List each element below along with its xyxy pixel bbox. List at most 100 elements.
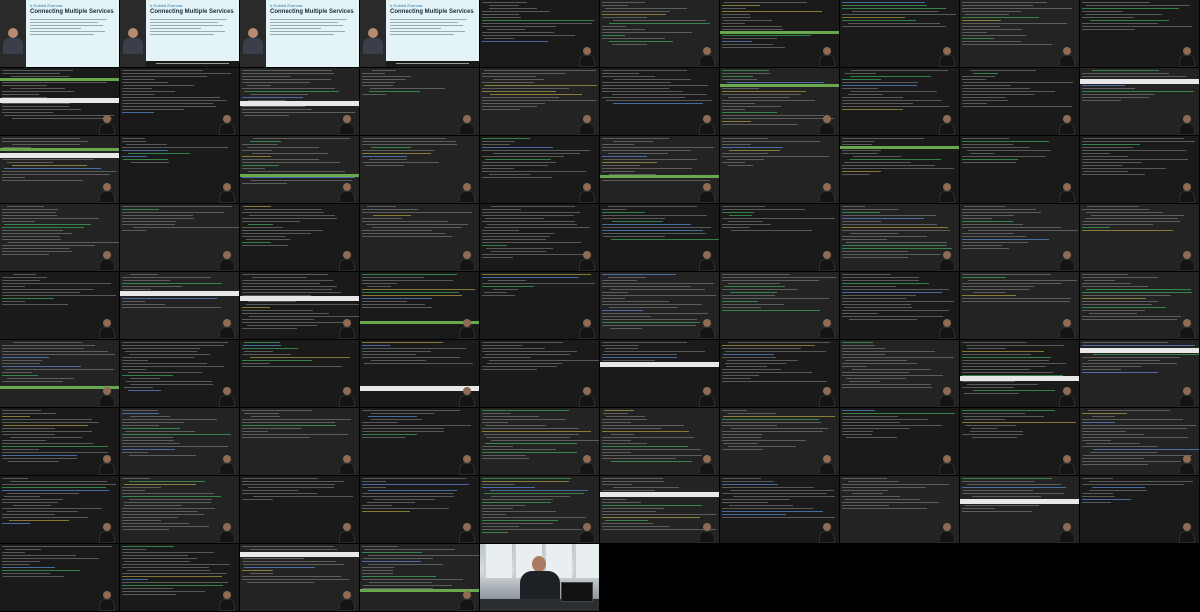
- terminal-thumbnail[interactable]: [0, 476, 119, 543]
- terminal-thumbnail[interactable]: [600, 0, 719, 67]
- empty-tile: [840, 544, 959, 611]
- terminal-thumbnail[interactable]: [240, 272, 359, 339]
- terminal-thumbnail[interactable]: [1080, 68, 1199, 135]
- slide-title: Connecting Multiple Services: [270, 9, 354, 15]
- presenter-overlay: [579, 387, 595, 407]
- terminal-thumbnail[interactable]: [0, 68, 119, 135]
- terminal-thumbnail[interactable]: [720, 68, 839, 135]
- terminal-thumbnail[interactable]: [600, 204, 719, 271]
- terminal-thumbnail[interactable]: [840, 136, 959, 203]
- terminal-thumbnail[interactable]: [0, 408, 119, 475]
- terminal-thumbnail[interactable]: [480, 0, 599, 67]
- terminal-thumbnail[interactable]: [720, 408, 839, 475]
- terminal-thumbnail[interactable]: [600, 272, 719, 339]
- terminal-thumbnail[interactable]: [600, 340, 719, 407]
- terminal-thumbnail[interactable]: [120, 408, 239, 475]
- slide-thumbnail[interactable]: # Guided Exercise Connecting Multiple Ser…: [0, 0, 119, 67]
- terminal-thumbnail[interactable]: [240, 68, 359, 135]
- terminal-thumbnail[interactable]: [0, 136, 119, 203]
- presenter-inset: [0, 0, 26, 67]
- terminal-thumbnail[interactable]: [960, 408, 1079, 475]
- terminal-thumbnail[interactable]: [0, 340, 119, 407]
- highlight-band: [960, 499, 1079, 504]
- terminal-thumbnail[interactable]: [0, 204, 119, 271]
- highlight-band: [960, 376, 1079, 381]
- terminal-thumbnail[interactable]: [480, 136, 599, 203]
- terminal-thumbnail[interactable]: [840, 340, 959, 407]
- terminal-thumbnail[interactable]: [120, 476, 239, 543]
- terminal-thumbnail[interactable]: [1080, 340, 1199, 407]
- presenter-photo-thumbnail[interactable]: [480, 544, 599, 611]
- presenter-overlay: [459, 319, 475, 339]
- terminal-thumbnail[interactable]: [960, 136, 1079, 203]
- terminal-thumbnail[interactable]: [1080, 204, 1199, 271]
- terminal-thumbnail[interactable]: [360, 544, 479, 611]
- terminal-thumbnail[interactable]: [0, 544, 119, 611]
- terminal-thumbnail[interactable]: [120, 340, 239, 407]
- terminal-thumbnail[interactable]: [360, 68, 479, 135]
- terminal-thumbnail[interactable]: [960, 204, 1079, 271]
- terminal-thumbnail[interactable]: [480, 272, 599, 339]
- code-lines: [1082, 138, 1197, 177]
- terminal-thumbnail[interactable]: [360, 204, 479, 271]
- terminal-thumbnail[interactable]: [120, 136, 239, 203]
- terminal-thumbnail[interactable]: [720, 476, 839, 543]
- terminal-thumbnail[interactable]: [840, 408, 959, 475]
- terminal-thumbnail[interactable]: [840, 476, 959, 543]
- terminal-thumbnail[interactable]: [480, 340, 599, 407]
- terminal-thumbnail[interactable]: [600, 136, 719, 203]
- slide-paragraphs: [270, 19, 355, 35]
- terminal-thumbnail[interactable]: [720, 272, 839, 339]
- code-lines: [242, 206, 357, 248]
- terminal-thumbnail[interactable]: [840, 272, 959, 339]
- terminal-thumbnail[interactable]: [720, 136, 839, 203]
- terminal-thumbnail[interactable]: [240, 408, 359, 475]
- terminal-thumbnail[interactable]: [960, 272, 1079, 339]
- presenter-overlay: [219, 455, 235, 475]
- terminal-thumbnail[interactable]: [960, 68, 1079, 135]
- terminal-thumbnail[interactable]: [1080, 408, 1199, 475]
- presenter-overlay: [699, 47, 715, 67]
- terminal-thumbnail[interactable]: [360, 408, 479, 475]
- terminal-thumbnail[interactable]: [360, 476, 479, 543]
- terminal-thumbnail[interactable]: [600, 408, 719, 475]
- terminal-thumbnail[interactable]: [1080, 0, 1199, 67]
- terminal-thumbnail[interactable]: [600, 476, 719, 543]
- terminal-thumbnail[interactable]: [480, 68, 599, 135]
- terminal-thumbnail[interactable]: [120, 272, 239, 339]
- terminal-thumbnail[interactable]: [240, 544, 359, 611]
- terminal-thumbnail[interactable]: [0, 272, 119, 339]
- terminal-thumbnail[interactable]: [960, 476, 1079, 543]
- terminal-thumbnail[interactable]: [480, 476, 599, 543]
- terminal-thumbnail[interactable]: [120, 204, 239, 271]
- slide-thumbnail[interactable]: # Guided Exercise Connecting Multiple Ser…: [360, 0, 479, 67]
- slide-thumbnail[interactable]: # Guided Exercise Connecting Multiple Ser…: [120, 0, 239, 67]
- terminal-thumbnail[interactable]: [1080, 136, 1199, 203]
- terminal-thumbnail[interactable]: [960, 340, 1079, 407]
- terminal-thumbnail[interactable]: [240, 340, 359, 407]
- terminal-thumbnail[interactable]: [120, 544, 239, 611]
- terminal-thumbnail[interactable]: [1080, 272, 1199, 339]
- selection-band: [840, 146, 959, 149]
- terminal-thumbnail[interactable]: [360, 340, 479, 407]
- terminal-thumbnail[interactable]: [840, 204, 959, 271]
- terminal-thumbnail[interactable]: [840, 0, 959, 67]
- terminal-thumbnail[interactable]: [240, 476, 359, 543]
- code-lines: [362, 410, 477, 440]
- terminal-thumbnail[interactable]: [840, 68, 959, 135]
- terminal-thumbnail[interactable]: [240, 136, 359, 203]
- terminal-thumbnail[interactable]: [600, 68, 719, 135]
- terminal-thumbnail[interactable]: [120, 68, 239, 135]
- terminal-thumbnail[interactable]: [720, 0, 839, 67]
- terminal-thumbnail[interactable]: [480, 204, 599, 271]
- terminal-thumbnail[interactable]: [240, 204, 359, 271]
- terminal-thumbnail[interactable]: [1080, 476, 1199, 543]
- terminal-thumbnail[interactable]: [720, 204, 839, 271]
- slide-thumbnail[interactable]: # Guided Exercise Connecting Multiple Ser…: [240, 0, 359, 67]
- terminal-thumbnail[interactable]: [360, 136, 479, 203]
- terminal-thumbnail[interactable]: [480, 408, 599, 475]
- terminal-thumbnail[interactable]: [720, 340, 839, 407]
- terminal-thumbnail[interactable]: [960, 0, 1079, 67]
- terminal-thumbnail[interactable]: [360, 272, 479, 339]
- code-lines: [482, 342, 599, 372]
